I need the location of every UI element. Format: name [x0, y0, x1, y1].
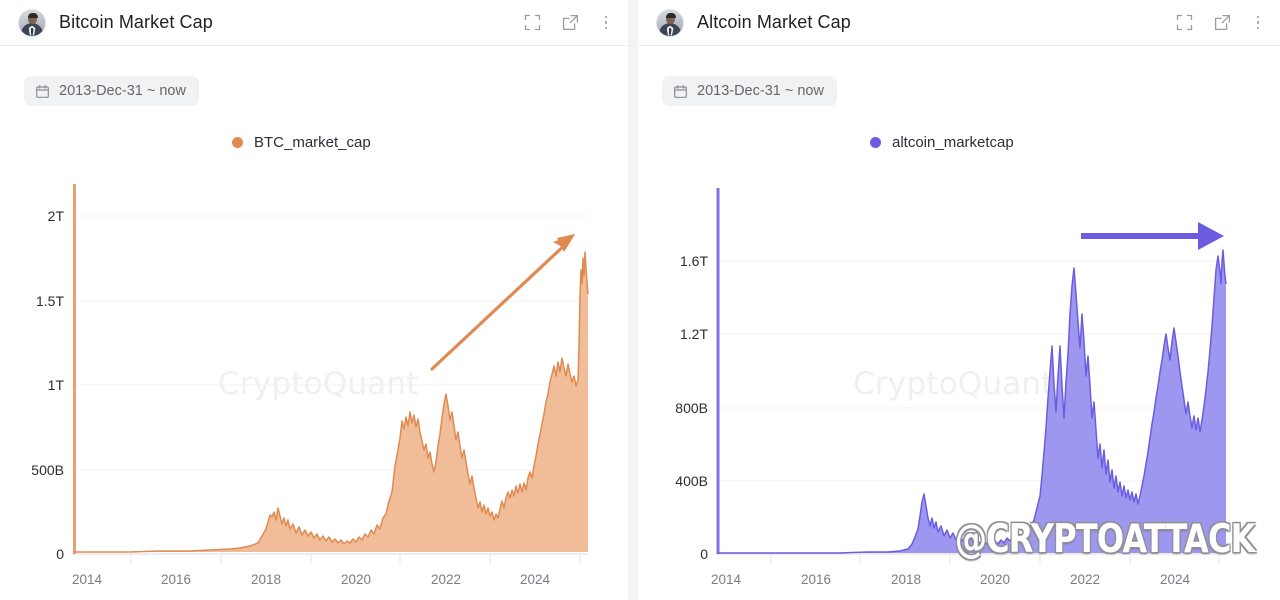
svg-text:1.2T: 1.2T: [680, 326, 708, 342]
svg-text:2014: 2014: [72, 572, 103, 587]
dual-chart-dashboard: Bitcoin Market Cap 2013-Dec-31 ~ now BTC…: [0, 0, 1280, 600]
x-axis-labels: 2014 2016 2018 2020 2022 2024: [72, 572, 551, 587]
x-axis-labels: 2014 2016 2018 2020 2022 2024: [711, 572, 1191, 587]
avatar[interactable]: [18, 8, 46, 37]
svg-text:0: 0: [56, 546, 64, 562]
altcoin-area-chart: 1.6T 1.2T 800B 400B 0 2014 2016 2018 202…: [675, 188, 1227, 587]
bitcoin-area-chart: 2T 1.5T 1T 500B 0 2014 2016 2018 2020 20…: [31, 184, 589, 587]
svg-text:1.5T: 1.5T: [36, 293, 64, 309]
avatar-hair: [665, 13, 676, 18]
svg-text:2022: 2022: [1070, 572, 1100, 587]
panel-body-bitcoin: 2013-Dec-31 ~ now BTC_market_cap CryptoQ…: [0, 46, 628, 600]
panel-body-altcoin: 2013-Dec-31 ~ now altcoin_marketcap Cryp…: [638, 46, 1280, 600]
svg-text:500B: 500B: [31, 462, 64, 478]
svg-text:2024: 2024: [520, 572, 551, 587]
avatar-hair: [27, 13, 38, 18]
page-title: Altcoin Market Cap: [697, 12, 851, 32]
svg-text:400B: 400B: [675, 473, 708, 489]
gridlines: [72, 215, 588, 471]
altcoin-market-cap-panel: Altcoin Market Cap 2013-Dec-31 ~ now alt…: [638, 0, 1280, 600]
header-actions-altcoin: [1174, 13, 1266, 33]
y-axis-labels: 2T 1.5T 1T 500B 0: [31, 208, 64, 562]
panel-header-altcoin: Altcoin Market Cap: [638, 0, 1280, 46]
svg-text:2022: 2022: [431, 572, 461, 587]
svg-text:2016: 2016: [161, 572, 191, 587]
external-link-icon[interactable]: [560, 13, 580, 33]
svg-text:2018: 2018: [251, 572, 281, 587]
svg-text:2024: 2024: [1160, 572, 1191, 587]
x-tick-marks: [130, 554, 581, 564]
avatar[interactable]: [656, 8, 684, 37]
svg-text:2018: 2018: [891, 572, 921, 587]
chart-plot-area-bitcoin[interactable]: 2T 1.5T 1T 500B 0 2014 2016 2018 2020 20…: [0, 46, 628, 600]
svg-text:2T: 2T: [48, 208, 65, 224]
page-title: Bitcoin Market Cap: [59, 12, 213, 32]
svg-text:2020: 2020: [341, 572, 371, 587]
svg-text:1T: 1T: [48, 377, 65, 393]
panel-header-bitcoin: Bitcoin Market Cap: [0, 0, 628, 46]
svg-text:2016: 2016: [801, 572, 831, 587]
expand-icon[interactable]: [522, 13, 542, 33]
y-axis-labels: 1.6T 1.2T 800B 400B 0: [675, 253, 708, 562]
svg-text:0: 0: [700, 546, 708, 562]
svg-text:800B: 800B: [675, 400, 708, 416]
panel-divider: [628, 0, 638, 600]
header-actions-bitcoin: [522, 13, 614, 33]
svg-text:1.6T: 1.6T: [680, 253, 708, 269]
altcoin-area-fill: [718, 250, 1226, 553]
expand-icon[interactable]: [1174, 13, 1194, 33]
more-options-icon[interactable]: [598, 13, 614, 33]
svg-text:2014: 2014: [711, 572, 742, 587]
bitcoin-market-cap-panel: Bitcoin Market Cap 2013-Dec-31 ~ now BTC…: [0, 0, 628, 600]
x-tick-marks: [770, 554, 1220, 564]
flat-arrow-annotation: [1081, 222, 1224, 250]
svg-text:2020: 2020: [980, 572, 1010, 587]
more-options-icon[interactable]: [1250, 13, 1266, 33]
chart-plot-area-altcoin[interactable]: 1.6T 1.2T 800B 400B 0 2014 2016 2018 202…: [638, 46, 1280, 600]
external-link-icon[interactable]: [1212, 13, 1232, 33]
